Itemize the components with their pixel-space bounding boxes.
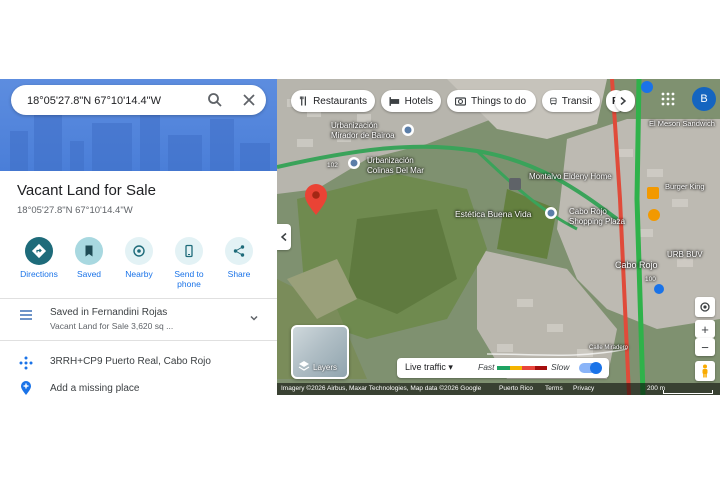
map-footer: Imagery ©2026 Airbus, Maxar Technologies…: [277, 383, 720, 395]
place-title: Vacant Land for Sale: [17, 182, 156, 199]
region-label: Puerto Rico: [499, 385, 533, 392]
app-frame: Vacant Land for Sale 18°05'27.8"N 67°10'…: [0, 79, 720, 395]
zoom-out-button[interactable]: −: [695, 338, 715, 356]
plus-code-text: 3RRH+CP9 Puerto Real, Cabo Rojo: [50, 356, 211, 367]
add-location-icon: [18, 380, 34, 395]
directions-icon: [25, 237, 53, 265]
map-label-colinas[interactable]: Urbanización Colinas Del Mar: [367, 156, 424, 176]
zoom-in-button[interactable]: +: [695, 320, 715, 338]
my-location-icon: [700, 302, 710, 312]
directions-button[interactable]: Directions: [14, 237, 64, 279]
terms-link[interactable]: Terms: [545, 383, 563, 395]
hotel-icon: [389, 97, 400, 106]
send-to-phone-label: Send to phone: [174, 269, 204, 289]
map-label-urb[interactable]: URB BUV: [667, 250, 703, 259]
bookmark-icon: [75, 237, 103, 265]
nearby-icon: [125, 237, 153, 265]
chevron-left-icon: [280, 232, 287, 242]
chevron-down-icon[interactable]: [248, 311, 264, 327]
send-to-phone-button[interactable]: Send to phone: [164, 237, 214, 289]
live-traffic-label: Live traffic: [405, 362, 446, 372]
map-label-cabo-plaza[interactable]: Cabo Rojo Shopping Plaza: [569, 207, 625, 227]
map-label-cabo-rojo[interactable]: Cabo Rojo: [615, 260, 658, 270]
chip-transit-label: Transit: [561, 95, 592, 107]
camera-icon: [455, 97, 466, 106]
pegman-icon: [702, 364, 708, 378]
my-location-button[interactable]: [695, 297, 715, 317]
place-hero-image[interactable]: [0, 79, 277, 171]
street-view-button[interactable]: [695, 361, 715, 381]
map-label-mirador[interactable]: Urbanización Mirador de Bairoa: [331, 121, 395, 141]
traffic-toggle[interactable]: [579, 362, 602, 374]
imagery-attribution: Imagery ©2026 Airbus, Maxar Technologies…: [281, 385, 482, 392]
divider: [0, 340, 277, 341]
search-input[interactable]: [25, 91, 199, 111]
apps-grid-icon[interactable]: [661, 92, 675, 111]
place-panel: Vacant Land for Sale 18°05'27.8"N 67°10'…: [0, 79, 277, 395]
place-coordinates: 18°05'27.8"N 67°10'14.4"W: [17, 205, 133, 216]
map-label-meson[interactable]: El Meson Sandwich: [649, 119, 715, 128]
chip-transit[interactable]: Transit: [542, 90, 600, 112]
satellite-map[interactable]: Urbanización Mirador de Bairoa Urbanizac…: [277, 79, 720, 395]
chips-scroll-button[interactable]: [615, 90, 635, 112]
account-avatar[interactable]: B: [692, 87, 716, 111]
saved-list-note: Vacant Land for Sale 3,620 sq ...: [50, 321, 174, 331]
nearby-label: Nearby: [125, 269, 153, 279]
directions-label: Directions: [20, 269, 58, 279]
chip-things-to-do[interactable]: Things to do: [447, 90, 536, 112]
scale-bar: [663, 390, 713, 394]
list-icon: [18, 307, 34, 323]
layers-label: Layers: [313, 363, 338, 372]
route-shield-102: 102: [327, 162, 338, 169]
action-buttons: Directions Saved Nearby Send to phone Sh…: [14, 237, 264, 297]
layers-button[interactable]: Layers: [291, 325, 349, 379]
chip-things-label: Things to do: [471, 95, 527, 107]
phone-icon: [175, 237, 203, 265]
chip-hotels-label: Hotels: [404, 95, 433, 107]
traffic-legend: Live traffic ▾ Fast Slow: [397, 358, 609, 378]
map-label-calle[interactable]: Calle Miradero: [589, 345, 628, 351]
transit-icon: [550, 97, 557, 105]
search-icon[interactable]: [207, 92, 223, 108]
chip-restaurants-label: Restaurants: [313, 95, 367, 107]
chip-restaurants[interactable]: Restaurants: [291, 90, 375, 112]
nearby-button[interactable]: Nearby: [114, 237, 164, 279]
privacy-link[interactable]: Privacy: [573, 383, 594, 395]
saved-button[interactable]: Saved: [64, 237, 114, 279]
restaurant-icon: [299, 96, 306, 106]
map-label-montalvo[interactable]: Montalvo Eldeny Home: [529, 172, 612, 181]
close-icon[interactable]: [241, 92, 257, 108]
route-shield-100: 100: [645, 276, 656, 283]
divider: [0, 298, 277, 299]
saved-list-name: Saved in Fernandini Rojas: [50, 307, 168, 318]
share-button[interactable]: Share: [214, 237, 264, 279]
traffic-fast-label: Fast: [478, 362, 495, 372]
chip-hotels[interactable]: Hotels: [381, 90, 441, 112]
collapse-panel-button[interactable]: [277, 224, 291, 250]
plus-code-icon: [18, 355, 34, 371]
layers-icon: [298, 361, 310, 371]
search-box[interactable]: [11, 85, 266, 115]
traffic-slow-label: Slow: [551, 362, 570, 372]
share-label: Share: [227, 269, 251, 279]
traffic-color-scale: [497, 366, 547, 370]
map-label-burger[interactable]: Burger King: [665, 182, 705, 191]
share-icon: [225, 237, 253, 265]
add-place-text: Add a missing place: [50, 383, 140, 394]
saved-label: Saved: [76, 269, 102, 279]
chevron-right-icon: [620, 96, 626, 106]
map-label-estetica[interactable]: Estética Buena Vida: [455, 209, 531, 219]
live-traffic-dropdown[interactable]: Live traffic ▾: [405, 362, 453, 373]
